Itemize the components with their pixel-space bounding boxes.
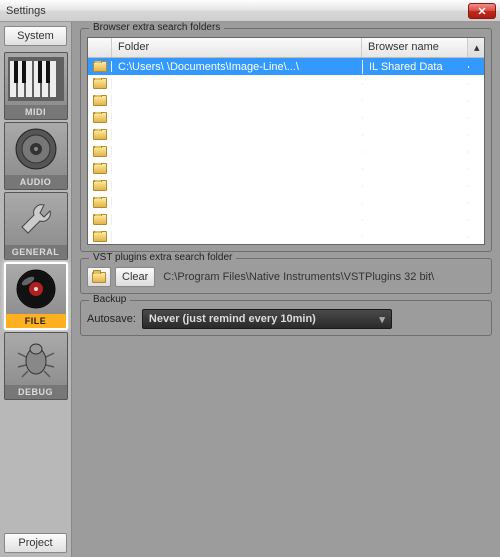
browser-folders-table: Folder Browser name ▴ C:\Users\ \Documen… xyxy=(87,37,485,245)
table-header: Folder Browser name ▴ xyxy=(88,38,484,58)
browse-folder-button[interactable] xyxy=(87,267,111,287)
folder-path: C:\Users\ \Documents\Image-Line\...\ xyxy=(112,60,362,74)
table-row[interactable] xyxy=(88,75,484,92)
close-button[interactable] xyxy=(468,3,496,19)
autosave-label: Autosave: xyxy=(87,313,136,325)
vst-folder-group: VST plugins extra search folder Clear C:… xyxy=(80,258,492,294)
bug-icon xyxy=(5,333,67,385)
disc-icon xyxy=(6,264,66,314)
table-row[interactable] xyxy=(88,177,484,194)
folder-icon xyxy=(93,163,107,174)
midi-icon xyxy=(5,53,67,105)
group-legend: Browser extra search folders xyxy=(89,22,224,33)
group-legend: Backup xyxy=(89,294,130,305)
content-panel: Browser extra search folders Folder Brow… xyxy=(72,22,500,557)
speaker-icon xyxy=(5,123,67,175)
col-name[interactable]: Browser name xyxy=(362,38,468,57)
browser-name: IL Shared Data xyxy=(362,60,468,74)
col-icon[interactable] xyxy=(88,38,112,57)
folder-icon xyxy=(93,112,107,123)
table-row[interactable] xyxy=(88,109,484,126)
folder-icon xyxy=(93,231,107,242)
table-body: C:\Users\ \Documents\Image-Line\...\ IL … xyxy=(88,58,484,244)
project-button[interactable]: Project xyxy=(4,533,67,553)
folder-icon xyxy=(93,214,107,225)
tab-label: GENERAL xyxy=(5,245,67,259)
sidebar: System MIDI AUDIO GENERAL xyxy=(0,22,72,557)
folder-icon xyxy=(93,95,107,106)
tab-label: MIDI xyxy=(5,105,67,119)
tab-midi[interactable]: MIDI xyxy=(4,52,68,120)
table-row[interactable] xyxy=(88,126,484,143)
folder-icon xyxy=(93,197,107,208)
vst-path: C:\Program Files\Native Instruments\VSTP… xyxy=(159,271,434,283)
tab-audio[interactable]: AUDIO xyxy=(4,122,68,190)
wrench-icon xyxy=(5,193,67,245)
tab-file[interactable]: FILE xyxy=(4,262,68,330)
autosave-dropdown[interactable]: Never (just remind every 10min) xyxy=(142,309,392,329)
close-icon xyxy=(478,7,486,15)
table-row[interactable] xyxy=(88,228,484,244)
tab-label: DEBUG xyxy=(5,385,67,399)
clear-button[interactable]: Clear xyxy=(115,267,155,287)
titlebar: Settings xyxy=(0,0,500,22)
tab-debug[interactable]: DEBUG xyxy=(4,332,68,400)
window-title: Settings xyxy=(6,5,468,17)
folder-icon xyxy=(92,272,106,283)
col-folder[interactable]: Folder xyxy=(112,38,362,57)
tab-label: AUDIO xyxy=(5,175,67,189)
folder-icon xyxy=(93,146,107,157)
system-button[interactable]: System xyxy=(4,26,67,46)
tab-general[interactable]: GENERAL xyxy=(4,192,68,260)
table-row[interactable] xyxy=(88,160,484,177)
tab-label: FILE xyxy=(6,314,66,328)
table-row[interactable] xyxy=(88,92,484,109)
table-row[interactable] xyxy=(88,143,484,160)
table-row[interactable] xyxy=(88,211,484,228)
folder-icon xyxy=(93,78,107,89)
backup-group: Backup Autosave: Never (just remind ever… xyxy=(80,300,492,336)
table-row[interactable] xyxy=(88,194,484,211)
table-row[interactable]: C:\Users\ \Documents\Image-Line\...\ IL … xyxy=(88,58,484,75)
group-legend: VST plugins extra search folder xyxy=(89,252,236,263)
folder-icon xyxy=(93,129,107,140)
folder-icon xyxy=(93,61,107,72)
folder-icon xyxy=(93,180,107,191)
browser-folders-group: Browser extra search folders Folder Brow… xyxy=(80,28,492,252)
scroll-up-button[interactable]: ▴ xyxy=(468,38,484,57)
